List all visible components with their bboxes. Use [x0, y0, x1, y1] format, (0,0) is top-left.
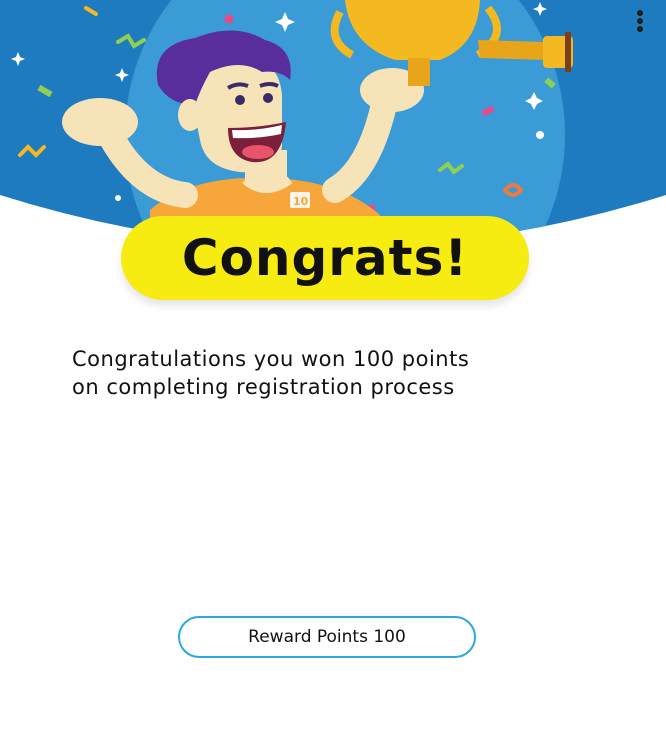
reward-points-button[interactable]: Reward Points 100	[178, 616, 476, 658]
congrats-title: Congrats!	[181, 229, 469, 287]
message-line-2: on completing registration process	[72, 375, 455, 399]
congrats-banner: Congrats!	[121, 216, 529, 300]
svg-text:10: 10	[293, 195, 309, 208]
congratulations-message: Congratulations you won 100 points on co…	[72, 345, 612, 401]
message-line-1: Congratulations you won 100 points	[72, 347, 470, 371]
kebab-menu-icon[interactable]	[636, 10, 644, 32]
